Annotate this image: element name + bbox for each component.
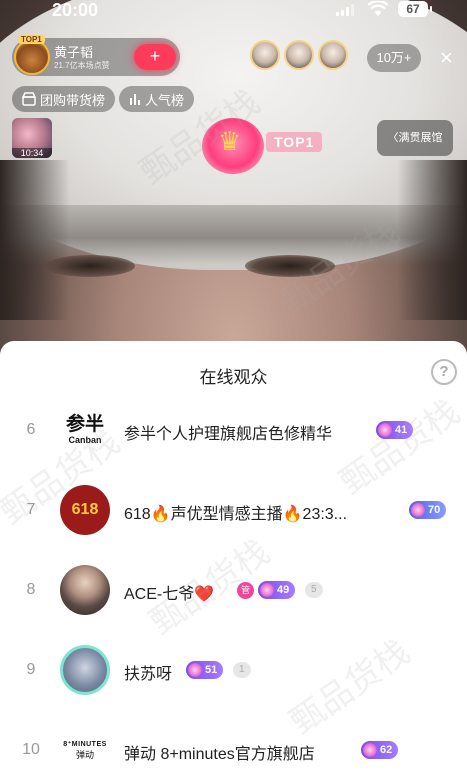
host-info[interactable]: TOP1 黄子韬 21.7亿本场点赞 + <box>12 35 180 76</box>
host-likes: 21.7亿本场点赞 <box>54 61 110 70</box>
crown-icon: ♛ <box>218 126 242 156</box>
storefront-icon <box>22 92 36 106</box>
follow-button[interactable]: + <box>134 44 176 70</box>
audience-avatar[interactable]: 8⁺MINUTES 弹动 <box>60 725 110 775</box>
popularity-rank-chip[interactable]: 人气榜 <box>119 86 195 112</box>
fan-badge: 1 <box>233 662 251 678</box>
level-number: 49 <box>277 584 290 596</box>
level-badge: 70 <box>409 501 447 519</box>
audience-name: 弹动 8+minutes官方旗舰店 <box>124 746 315 763</box>
host-name: 黄子韬 <box>54 45 94 60</box>
viewer-avatar[interactable] <box>318 40 348 70</box>
level-number: 70 <box>428 504 441 516</box>
audience-avatar[interactable]: 参半 Canban <box>60 405 110 455</box>
group-buy-rank-chip[interactable]: 团购带货榜 <box>12 86 116 112</box>
viewer-avatar[interactable] <box>284 40 314 70</box>
audience-avatar[interactable] <box>60 645 110 695</box>
avatar-logo-subtext: 弹动 <box>75 749 94 760</box>
audience-rank: 9 <box>26 661 36 678</box>
exhibition-hall-button[interactable]: 〈满贯展馆 <box>377 120 453 156</box>
audience-row[interactable]: 8 ACE-七爷❤️ 管 49 5 <box>0 551 467 631</box>
level-badge: 41 <box>376 421 414 439</box>
online-audience-sheet: 在线观众 ? 6 参半 Canban 参半个人护理旗舰店色修精华 41 7 61… <box>0 341 467 780</box>
replay-thumbnail[interactable]: 10:34 <box>12 118 52 158</box>
fan-badge: 5 <box>305 582 323 598</box>
audience-avatar[interactable] <box>60 565 110 615</box>
audience-rank: 7 <box>26 501 36 518</box>
avatar-logo-text: 8⁺MINUTES <box>63 740 107 748</box>
video-eye-left <box>45 255 135 277</box>
video-hair-left <box>0 160 70 320</box>
level-gem-icon <box>378 423 392 437</box>
audience-row[interactable]: 10 8⁺MINUTES 弹动 弹动 8+minutes官方旗舰店 62 <box>0 711 467 780</box>
avatar-logo-text: 参半 <box>65 414 104 435</box>
level-gem-icon <box>411 503 425 517</box>
popularity-rank-label: 人气榜 <box>145 92 185 108</box>
audience-row[interactable]: 9 扶苏呀 51 1 <box>0 631 467 711</box>
level-gem-icon <box>188 663 202 677</box>
level-gem-icon <box>260 583 274 597</box>
audience-rank: 8 <box>26 581 36 598</box>
viewer-count-button[interactable]: 10万+ <box>367 44 421 72</box>
bar-chart-icon <box>130 94 140 105</box>
level-gem-icon <box>363 743 377 757</box>
help-icon[interactable]: ? <box>431 359 457 385</box>
video-hair-right <box>397 160 467 320</box>
level-badge: 51 <box>186 661 224 679</box>
audience-row[interactable]: 6 参半 Canban 参半个人护理旗舰店色修精华 41 <box>0 391 467 471</box>
status-bar: 20:00 67 <box>0 0 467 22</box>
host-top1-tag: TOP1 <box>18 35 45 44</box>
audience-name: 扶苏呀 <box>124 666 173 683</box>
level-number: 62 <box>380 744 393 756</box>
close-icon[interactable]: × <box>440 44 453 72</box>
wifi-icon <box>368 1 388 16</box>
group-buy-rank-label: 团购带货榜 <box>40 92 106 108</box>
audience-name: 618🔥声优型情感主播🔥23:3... <box>124 506 348 523</box>
level-badge: 62 <box>361 741 399 759</box>
top1-badge-label: TOP1 <box>266 132 323 152</box>
level-badge: 49 <box>258 581 296 599</box>
viewer-avatar[interactable] <box>250 40 280 70</box>
audience-name: 参半个人护理旗舰店色修精华 <box>124 426 333 443</box>
level-number: 51 <box>205 664 218 676</box>
battery-icon: 67 <box>398 1 432 17</box>
manager-badge: 管 <box>237 582 254 599</box>
status-time: 20:00 <box>52 0 99 20</box>
video-eye-right <box>245 255 335 277</box>
audience-name: ACE-七爷❤️ <box>124 586 215 603</box>
audience-row[interactable]: 7 618 618🔥声优型情感主播🔥23:3... 70 <box>0 471 467 551</box>
sheet-title: 在线观众 <box>199 368 268 387</box>
audience-avatar[interactable]: 618 <box>60 485 110 535</box>
replay-duration: 10:34 <box>12 148 52 158</box>
top-viewers[interactable] <box>250 40 352 70</box>
level-number: 41 <box>395 424 408 436</box>
avatar-logo-subtext: Canban <box>68 435 102 445</box>
host-avatar[interactable] <box>14 39 50 75</box>
audience-rank: 10 <box>22 741 40 758</box>
audience-rank: 6 <box>26 421 36 438</box>
signal-icon <box>336 4 354 16</box>
top1-badge[interactable]: ♛ TOP1 <box>198 112 328 182</box>
